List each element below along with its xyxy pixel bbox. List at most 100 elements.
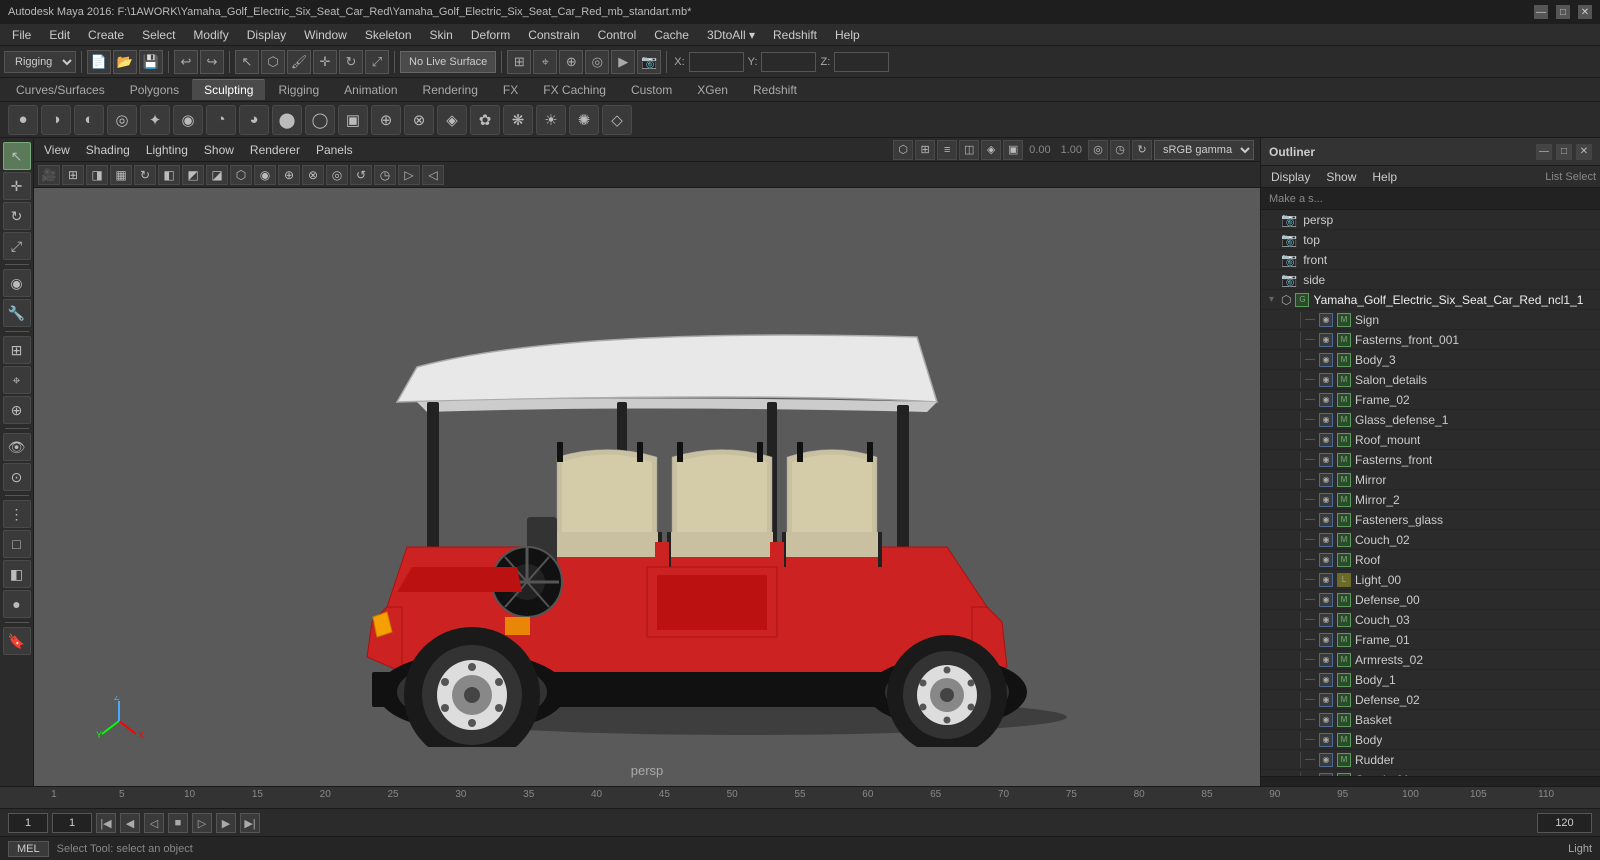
bookmark-btn[interactable]: 🔖: [3, 627, 31, 655]
tab-xgen[interactable]: XGen: [685, 80, 740, 100]
outliner-item-fasterns_front[interactable]: — ◉ M Fasterns_front: [1261, 450, 1600, 470]
outliner-item-couch_03[interactable]: — ◉ M Couch_03: [1261, 610, 1600, 630]
isolate-btn[interactable]: ⊙: [3, 463, 31, 491]
vp-icon-2[interactable]: ⊞: [915, 140, 935, 160]
outliner-scrollbar[interactable]: [1261, 776, 1600, 786]
cam-btn9[interactable]: ⬡: [230, 165, 252, 185]
vp-icon-3[interactable]: ≡: [937, 140, 957, 160]
sculpt-tool-9[interactable]: ◯: [305, 105, 335, 135]
outliner-item-mirror_2[interactable]: — ◉ M Mirror_2: [1261, 490, 1600, 510]
outliner-item-fasterns_front_001[interactable]: — ◉ M Fasterns_front_001: [1261, 330, 1600, 350]
outliner-camera-persp[interactable]: 📷 persp: [1261, 210, 1600, 230]
outliner-minimize[interactable]: —: [1536, 144, 1552, 160]
stop[interactable]: ■: [168, 813, 188, 833]
soft-sel-btn[interactable]: ◉: [3, 269, 31, 297]
playback-speed[interactable]: [52, 813, 92, 833]
select-btn[interactable]: ↖: [235, 50, 259, 74]
menu-skeleton[interactable]: Skeleton: [357, 26, 420, 44]
outliner-camera-top[interactable]: 📷 top: [1261, 230, 1600, 250]
menu-skin[interactable]: Skin: [422, 26, 461, 44]
rigging-dropdown[interactable]: Rigging: [4, 51, 76, 73]
menu-deform[interactable]: Deform: [463, 26, 518, 44]
lighting-menu[interactable]: Lighting: [142, 143, 192, 157]
sculpt-tool-15[interactable]: ❋: [503, 105, 533, 135]
scale-tool-btn[interactable]: ⤢: [3, 232, 31, 260]
snap-pt-btn[interactable]: ⊕: [559, 50, 583, 74]
outliner-item-rudder[interactable]: — ◉ M Rudder: [1261, 750, 1600, 770]
frame-skip-end[interactable]: ▶|: [240, 813, 260, 833]
vp-icon-9[interactable]: ↻: [1132, 140, 1152, 160]
display-btn[interactable]: 👁: [3, 433, 31, 461]
cam-btn3[interactable]: ◨: [86, 165, 108, 185]
tab-sculpting[interactable]: Sculpting: [192, 79, 265, 100]
save-btn[interactable]: 💾: [139, 50, 163, 74]
renderer-menu[interactable]: Renderer: [246, 143, 304, 157]
rotate-btn[interactable]: ↻: [339, 50, 363, 74]
outliner-item-defense_02[interactable]: — ◉ M Defense_02: [1261, 690, 1600, 710]
frame-next[interactable]: ▶: [216, 813, 236, 833]
outliner-close[interactable]: ✕: [1576, 144, 1592, 160]
select-tool-btn[interactable]: ↖: [3, 142, 31, 170]
wire-btn[interactable]: □: [3, 530, 31, 558]
menu-file[interactable]: File: [4, 26, 39, 44]
menu-display[interactable]: Display: [239, 26, 294, 44]
menu-redshift[interactable]: Redshift: [765, 26, 825, 44]
snap-view-btn[interactable]: ◎: [585, 50, 609, 74]
outliner-item-sign[interactable]: — ◉ M Sign: [1261, 310, 1600, 330]
sculpt-tool-18[interactable]: ◇: [602, 105, 632, 135]
cam-btn12[interactable]: ⊗: [302, 165, 324, 185]
cam-btn7[interactable]: ◩: [182, 165, 204, 185]
cam-btn5[interactable]: ↻: [134, 165, 156, 185]
cam-btn6[interactable]: ◧: [158, 165, 180, 185]
z-field[interactable]: [834, 52, 889, 72]
open-btn[interactable]: 📂: [113, 50, 137, 74]
new-scene-btn[interactable]: 📄: [87, 50, 111, 74]
maximize-button[interactable]: □: [1556, 5, 1570, 19]
outliner-camera-front[interactable]: 📷 front: [1261, 250, 1600, 270]
last-tool-btn[interactable]: 🔧: [3, 299, 31, 327]
cam-btn8[interactable]: ◪: [206, 165, 228, 185]
outliner-item-glass_defense_1[interactable]: — ◉ M Glass_defense_1: [1261, 410, 1600, 430]
menu-dtoall[interactable]: 3DtoAll ▾: [699, 26, 763, 44]
sculpt-tool-12[interactable]: ⊗: [404, 105, 434, 135]
show-menu[interactable]: Show: [200, 143, 238, 157]
cam-btn11[interactable]: ⊕: [278, 165, 300, 185]
play-backward[interactable]: ◁: [144, 813, 164, 833]
outliner-maximize[interactable]: □: [1556, 144, 1572, 160]
sculpt-tool-5[interactable]: ◉: [173, 105, 203, 135]
render-btn[interactable]: ▶: [611, 50, 635, 74]
sculpt-tool-10[interactable]: ▣: [338, 105, 368, 135]
snap-grid-btn[interactable]: ⊞: [507, 50, 531, 74]
vp-icon-5[interactable]: ◈: [981, 140, 1001, 160]
menu-modify[interactable]: Modify: [185, 26, 236, 44]
outliner-item-fasteners_glass[interactable]: — ◉ M Fasteners_glass: [1261, 510, 1600, 530]
outliner-item-light_00[interactable]: — ◉ L Light_00: [1261, 570, 1600, 590]
smooth-btn[interactable]: ●: [3, 590, 31, 618]
outliner-filter-btn[interactable]: Make a s...: [1265, 193, 1327, 205]
menu-help[interactable]: Help: [827, 26, 868, 44]
sculpt-tool-8[interactable]: ⬤: [272, 105, 302, 135]
outliner-root-node[interactable]: ▾ ⬡ G Yamaha_Golf_Electric_Six_Seat_Car_…: [1261, 290, 1600, 310]
sculpt-tool-3[interactable]: ◎: [107, 105, 137, 135]
sculpt-tool-0[interactable]: ●: [8, 105, 38, 135]
outliner-item-frame_01[interactable]: — ◉ M Frame_01: [1261, 630, 1600, 650]
shaded-btn[interactable]: ◧: [3, 560, 31, 588]
cam-btn2[interactable]: ⊞: [62, 165, 84, 185]
sculpt-tool-4[interactable]: ✦: [140, 105, 170, 135]
view-menu[interactable]: View: [40, 143, 74, 157]
outliner-item-roof_mount[interactable]: — ◉ M Roof_mount: [1261, 430, 1600, 450]
close-button[interactable]: ✕: [1578, 5, 1592, 19]
outliner-camera-side[interactable]: 📷 side: [1261, 270, 1600, 290]
cam-btn10[interactable]: ◉: [254, 165, 276, 185]
menu-select[interactable]: Select: [134, 26, 183, 44]
gamma-select[interactable]: sRGB gamma: [1154, 140, 1254, 160]
panels-menu[interactable]: Panels: [312, 143, 357, 157]
tab-curves-surfaces[interactable]: Curves/Surfaces: [4, 80, 117, 100]
move-btn[interactable]: ✛: [313, 50, 337, 74]
vp-icon-8[interactable]: ◷: [1110, 140, 1130, 160]
tab-rigging[interactable]: Rigging: [266, 80, 331, 100]
menu-window[interactable]: Window: [296, 26, 355, 44]
tab-fx[interactable]: FX: [491, 80, 530, 100]
cam-btn4[interactable]: ▦: [110, 165, 132, 185]
shading-menu[interactable]: Shading: [82, 143, 134, 157]
